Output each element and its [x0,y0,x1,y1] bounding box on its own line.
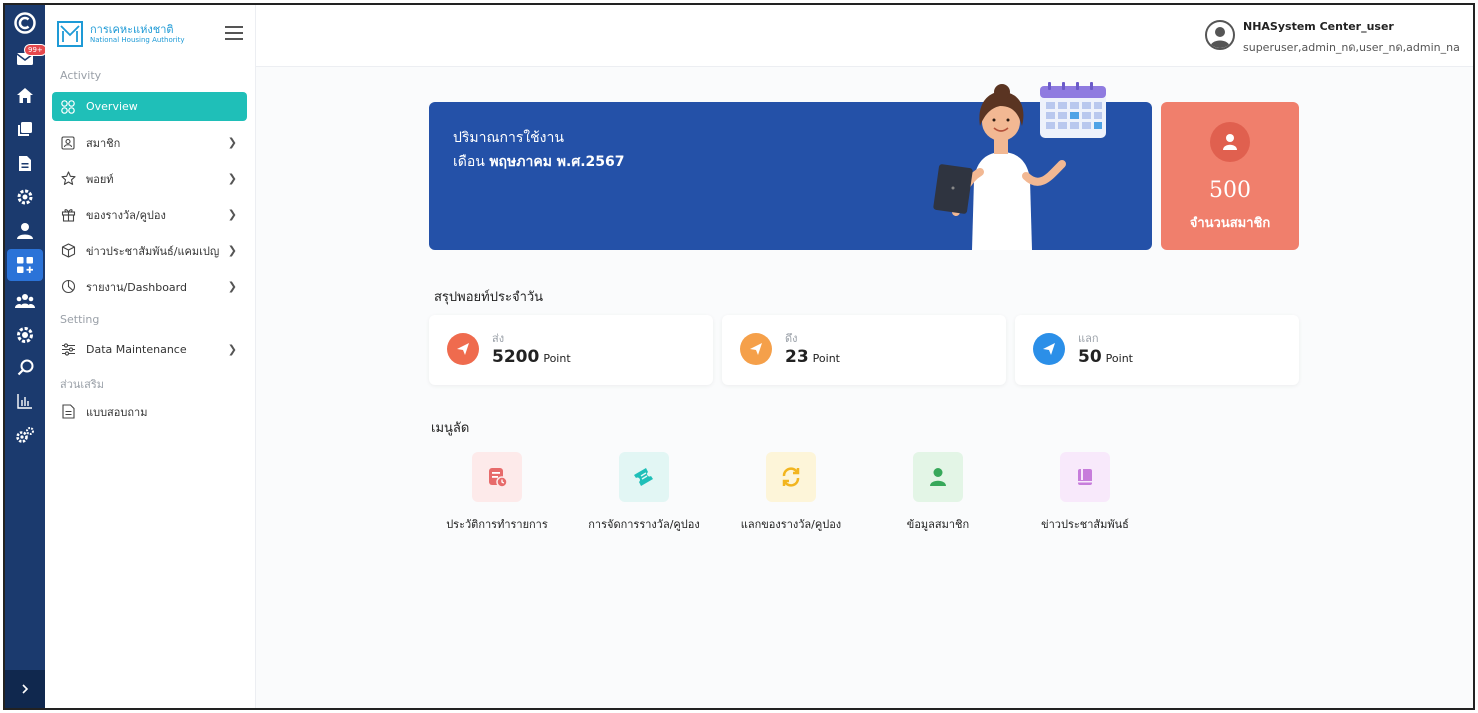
sidebar-item-rewards[interactable]: ของรางวัล/คูปอง ❯ [52,200,247,229]
copy-icon[interactable] [5,113,45,145]
shortcut-redeem-reward[interactable]: แลกของรางวัล/คูปอง [721,452,861,533]
point-label: ดึง [785,332,798,345]
icon-rail: 99+ [5,5,47,708]
home-icon[interactable] [5,79,45,111]
sidebar-item-reports[interactable]: รายงาน/Dashboard ❯ [52,272,247,301]
brand-name-th: การเคหะแห่งชาติ [90,23,174,36]
chevron-right-icon: ❯ [227,172,237,185]
section-extra: ส่วนเสริม [60,378,105,391]
sidebar-item-label: แบบสอบถาม [86,405,148,419]
history-icon [472,452,522,502]
send-icon [1033,333,1065,365]
section-setting: Setting [60,313,100,326]
hamburger-menu-icon[interactable] [225,26,243,40]
gift-icon [60,207,76,223]
sidebar-item-label: พอยท์ [86,172,114,186]
sidebar-item-points[interactable]: พอยท์ ❯ [52,164,247,193]
chevron-right-icon: ❯ [227,136,237,149]
id-card-icon [60,135,76,151]
sidebar-item-label: รายงาน/Dashboard [86,280,187,294]
point-label: ส่ง [492,332,505,345]
chevron-right-icon: ❯ [227,244,237,257]
book-icon [1060,452,1110,502]
settings-icon[interactable] [5,181,45,213]
point-value: 5200 Point [492,347,571,367]
send-icon [447,333,479,365]
notification-badge: 99+ [24,44,47,56]
exchange-icon [766,452,816,502]
point-card-send: ส่ง 5200 Point [429,315,713,385]
expand-rail-button[interactable] [5,670,45,708]
sidebar-item-label: ข่าวประชาสัมพันธ์/แคมเปญ [86,244,220,258]
member-icon [1210,122,1250,162]
chart-icon[interactable] [5,385,45,417]
shortcuts-title: เมนูลัด [431,421,470,436]
point-card-redeem: แลก 50 Point [1015,315,1299,385]
sidebar-item-overview[interactable]: Overview [52,92,247,121]
gear-badge-icon[interactable] [5,319,45,351]
chevron-right-icon: ❯ [227,280,237,293]
ticket-icon [619,452,669,502]
shortcut-reward-management[interactable]: การจัดการรางวัล/คูปอง [574,452,714,533]
sidebar-item-label: Data Maintenance [86,343,187,356]
sidebar-item-news-campaign[interactable]: ข่าวประชาสัมพันธ์/แคมเปญ ❯ [52,236,247,265]
dashboard-icon[interactable] [7,249,43,281]
nha-logo-icon [57,21,83,47]
cogs-icon[interactable] [5,419,45,451]
mail-icon[interactable]: 99+ [5,43,47,75]
document-icon[interactable] [5,147,45,179]
sidebar-item-members[interactable]: สมาชิก ❯ [52,128,247,157]
box-icon [60,243,76,259]
shortcut-history[interactable]: ประวัติการทำรายการ [427,452,567,533]
sidebar-item-label: ของรางวัล/คูปอง [86,208,166,222]
woman-calendar-illustration [933,82,1106,250]
form-icon [60,404,76,420]
team-icon[interactable] [5,285,45,317]
sidebar-item-survey[interactable]: แบบสอบถาม [52,397,247,426]
member-count: 500 [1209,178,1251,203]
sidebar: การเคหะแห่งชาติ National Housing Authori… [45,5,256,708]
chevron-right-icon: ❯ [227,343,237,356]
shortcut-label: แลกของรางวัล/คูปอง [740,518,842,531]
shortcut-news[interactable]: ข่าวประชาสัมพันธ์ [1015,452,1155,533]
shortcut-label: ข้อมูลสมาชิก [906,518,970,531]
point-label: แลก [1078,332,1099,345]
logo-icon[interactable] [5,7,45,39]
usage-banner: ปริมาณการใช้งาน เดือน พฤษภาคม พ.ศ.2567 [429,82,1152,250]
main-content: ปริมาณการใช้งาน เดือน พฤษภาคม พ.ศ.2567 5… [256,67,1473,708]
shortcut-member-info[interactable]: ข้อมูลสมาชิก [868,452,1008,533]
sliders-icon [60,342,76,358]
brand[interactable]: การเคหะแห่งชาติ National Housing Authori… [57,21,184,47]
user-roles: superuser,admin_nด,user_nด,admin_na [1243,41,1460,54]
pie-icon [60,279,76,295]
point-card-pull: ดึง 23 Point [722,315,1006,385]
brand-name-en: National Housing Authority [90,36,185,44]
user-icon[interactable] [5,215,45,247]
star-icon [60,171,76,187]
member-count-label: จำนวนสมาชิก [1189,216,1271,231]
member-icon [913,452,963,502]
sidebar-item-label: สมาชิก [86,136,121,150]
shortcut-label: ประวัติการทำรายการ [446,518,548,531]
search-icon[interactable] [5,351,45,383]
point-value: 23 Point [785,347,840,367]
shortcut-label: ข่าวประชาสัมพันธ์ [1041,518,1129,531]
send-icon [740,333,772,365]
shortcut-label: การจัดการรางวัล/คูปอง [588,518,700,531]
avatar[interactable] [1205,20,1235,50]
chevron-right-icon: ❯ [227,208,237,221]
point-value: 50 Point [1078,347,1133,367]
chevron-right-icon [22,684,29,694]
sidebar-item-label: Overview [86,100,138,113]
top-bar: NHASystem Center_user superuser,admin_nด… [256,5,1473,67]
grid-icon [60,99,76,115]
daily-points-title: สรุปพอยท์ประจำวัน [434,290,544,305]
usage-month: เดือน พฤษภาคม พ.ศ.2567 [453,154,625,170]
sidebar-item-data-maintenance[interactable]: Data Maintenance ❯ [52,335,247,364]
usage-title: ปริมาณการใช้งาน [453,130,564,146]
user-name[interactable]: NHASystem Center_user [1243,20,1394,33]
app-window: 99+ การเคหะแห่งชาติ National Housing Aut… [3,3,1475,710]
section-activity: Activity [60,69,102,82]
member-count-card[interactable]: 500 จำนวนสมาชิก [1161,102,1299,250]
